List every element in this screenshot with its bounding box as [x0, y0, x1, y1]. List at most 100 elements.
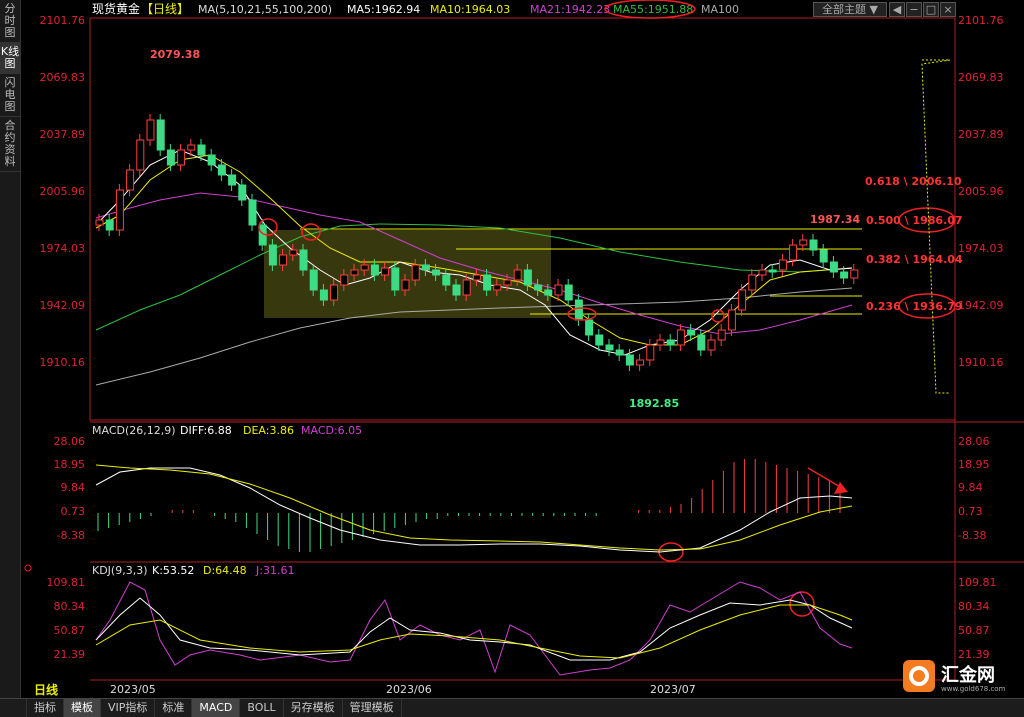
candle-body: [197, 144, 206, 156]
price-tick: 1974.03: [958, 242, 1004, 255]
date-label: 2023/07: [650, 683, 696, 696]
tab-save-template[interactable]: 另存模板: [284, 699, 343, 717]
high-label: 2079.38: [150, 48, 200, 61]
price-tick: 1910.16: [958, 356, 1004, 369]
candle-body: [554, 284, 563, 296]
candle-body: [717, 329, 726, 341]
sidebar-item-kline[interactable]: K线图: [0, 43, 20, 74]
sidebar-item-contract[interactable]: 合约资料: [0, 117, 20, 172]
price-tick: 2005.96: [40, 185, 86, 198]
candle-body: [228, 174, 237, 186]
candle-body: [126, 169, 135, 191]
candle-body: [136, 139, 145, 171]
candle-body: [676, 329, 685, 346]
candle-body: [646, 344, 655, 361]
candle-body: [483, 274, 492, 291]
kdj-tick: 80.34: [54, 600, 86, 613]
price-axis-left: 2101.76 2069.83 2037.89 2005.96 1974.03 …: [40, 14, 86, 369]
sidebar: 分时图 K线图 闪电图 合约资料: [0, 0, 21, 698]
candle-body: [503, 279, 512, 286]
tab-standard[interactable]: 标准: [155, 699, 193, 717]
candle-body: [758, 269, 767, 276]
candle-body: [564, 284, 573, 301]
logo-brand: 汇金网: [941, 664, 995, 686]
macd-tick: 0.73: [958, 505, 983, 518]
kdj-tick: 80.34: [958, 600, 990, 613]
price-tick: 2037.89: [958, 128, 1004, 141]
candle-body: [850, 269, 859, 279]
candle-body: [615, 349, 624, 356]
candle-body: [513, 269, 522, 281]
candle-body: [238, 184, 247, 201]
price-tick: 1942.09: [40, 299, 86, 312]
candle-body: [666, 339, 675, 346]
kdj-tick: 21.39: [54, 648, 86, 661]
kdj-axis: 109.81 80.34 50.87 21.39 109.81 80.34 50…: [47, 576, 997, 661]
chart-area[interactable]: 现货黄金 【日线】 MA(5,10,21,55,100,200) MA5:196…: [21, 0, 1024, 698]
candle-body: [595, 334, 604, 346]
candle-body: [391, 267, 400, 291]
close-button[interactable]: ×: [940, 2, 956, 17]
sidebar-item-flash[interactable]: 闪电图: [0, 74, 20, 117]
tab-template[interactable]: 模板: [64, 699, 101, 717]
candle-body: [789, 244, 798, 261]
price-tick: 2005.96: [958, 185, 1004, 198]
candle-body: [442, 274, 451, 286]
macd-tick: 0.73: [61, 505, 86, 518]
fib-236-label: 0.236 \ 1936.79: [866, 300, 963, 313]
macd-tick: 28.06: [54, 435, 86, 448]
settings-dot-icon[interactable]: [24, 564, 32, 572]
minimize-button[interactable]: −: [906, 2, 922, 17]
tab-vip-indicator[interactable]: VIP指标: [101, 699, 156, 717]
period-tab[interactable]: 日线: [34, 682, 58, 697]
candle-body: [421, 264, 430, 271]
candle-body: [605, 344, 614, 351]
maximize-button[interactable]: □: [923, 2, 939, 17]
candle-body: [146, 119, 155, 141]
sidebar-item-timeshare[interactable]: 分时图: [0, 0, 20, 43]
kdj-tick: 109.81: [958, 576, 997, 589]
kdj-tick: 50.87: [54, 624, 86, 637]
candle-body: [187, 144, 196, 151]
candle-body: [217, 164, 226, 176]
price-tick: 2101.76: [40, 14, 86, 27]
macd-tick: -8.38: [57, 529, 85, 542]
kdj-k: K:53.52: [152, 564, 194, 577]
candle-body: [279, 254, 288, 266]
candle-body: [411, 264, 420, 281]
left-arrow-button[interactable]: ◀: [889, 2, 905, 17]
price-tick: 1910.16: [40, 356, 86, 369]
theme-dropdown[interactable]: 全部主题 ▼: [813, 2, 887, 17]
trend-arrow: [807, 467, 843, 489]
chart-svg: 现货黄金 【日线】 MA(5,10,21,55,100,200) MA5:196…: [24, 0, 1024, 697]
tab-indicator[interactable]: 指标: [27, 699, 64, 717]
candle-body: [636, 359, 645, 366]
peak-label: 1987.34: [810, 213, 860, 226]
candle-body: [166, 149, 175, 166]
candle-body: [534, 284, 543, 291]
candle-body: [697, 334, 706, 351]
ma21-value: MA21:1942.23: [530, 3, 610, 16]
tab-boll[interactable]: BOLL: [240, 699, 284, 717]
candle-body: [330, 284, 339, 301]
candle-body: [544, 289, 553, 296]
candle-body: [727, 309, 736, 331]
macd-value: MACD:6.05: [301, 424, 362, 437]
candle-body: [462, 279, 471, 296]
fib-500-label: 0.500 \ 1986.07: [866, 214, 963, 227]
macd-diff-line: [95, 467, 853, 553]
candle-body: [381, 267, 390, 276]
candle-body: [778, 259, 787, 271]
ma100-value: MA100: [701, 3, 739, 16]
ma5-value: MA5:1962.94: [347, 3, 420, 16]
tab-macd[interactable]: MACD: [192, 699, 241, 717]
tab-manage-template[interactable]: 管理模板: [343, 699, 402, 717]
macd-diff: DIFF:6.88: [180, 424, 232, 437]
kdj-label: KDJ(9,3,3): [92, 564, 148, 577]
ma10-value: MA10:1964.03: [430, 3, 510, 16]
candle-body: [268, 244, 277, 266]
candle-body: [472, 274, 481, 281]
candle-body: [340, 274, 349, 286]
candle-body: [809, 239, 818, 251]
candle-body: [370, 264, 379, 276]
